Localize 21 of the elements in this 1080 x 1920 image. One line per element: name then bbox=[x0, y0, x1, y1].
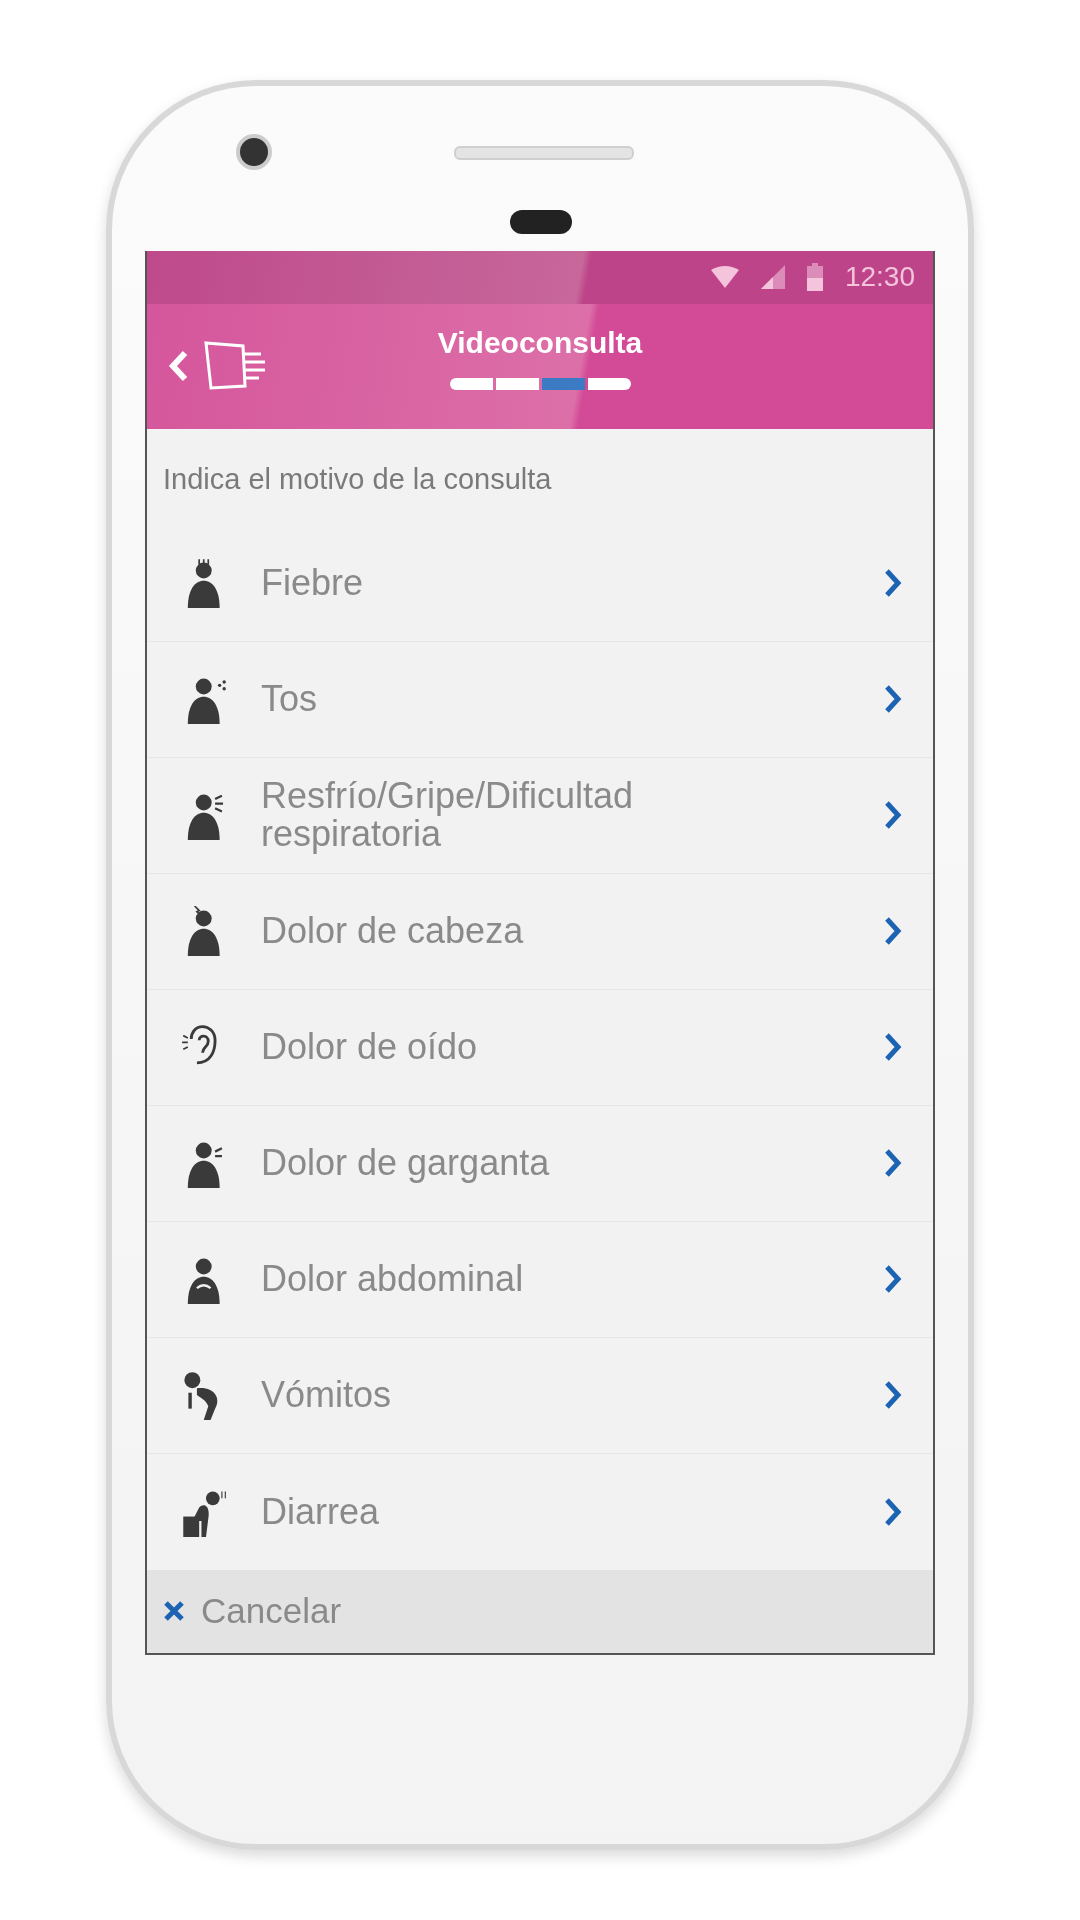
reason-item[interactable]: Dolor de garganta bbox=[147, 1105, 933, 1222]
prompt-text: Indica el motivo de la consulta bbox=[162, 461, 553, 497]
reason-item[interactable]: Dolor de oído bbox=[147, 989, 933, 1106]
signal-icon bbox=[760, 265, 785, 290]
reason-item[interactable]: Dolor de cabeza bbox=[147, 873, 933, 990]
camera-icon bbox=[236, 134, 272, 170]
reason-item[interactable]: Fiebre bbox=[147, 525, 933, 642]
status-time: 12:30 bbox=[844, 261, 915, 294]
battery-icon bbox=[806, 263, 823, 292]
back-button[interactable] bbox=[167, 349, 189, 384]
reason-item[interactable]: Resfrío/Gripe/Dificultad respiratoria bbox=[147, 757, 933, 874]
reason-item[interactable]: Vómitos bbox=[147, 1337, 933, 1454]
reason-item[interactable]: Tos bbox=[147, 641, 933, 758]
wifi-icon bbox=[710, 266, 739, 289]
screen-title: Videoconsulta bbox=[437, 326, 643, 360]
close-icon bbox=[163, 1600, 185, 1623]
reason-item[interactable]: Diarrea bbox=[147, 1453, 933, 1570]
reason-item[interactable]: Dolor abdominal bbox=[147, 1221, 933, 1338]
earpiece bbox=[510, 210, 572, 234]
logo-icon bbox=[203, 340, 267, 393]
cancel-button[interactable]: Cancelar bbox=[147, 1569, 933, 1653]
